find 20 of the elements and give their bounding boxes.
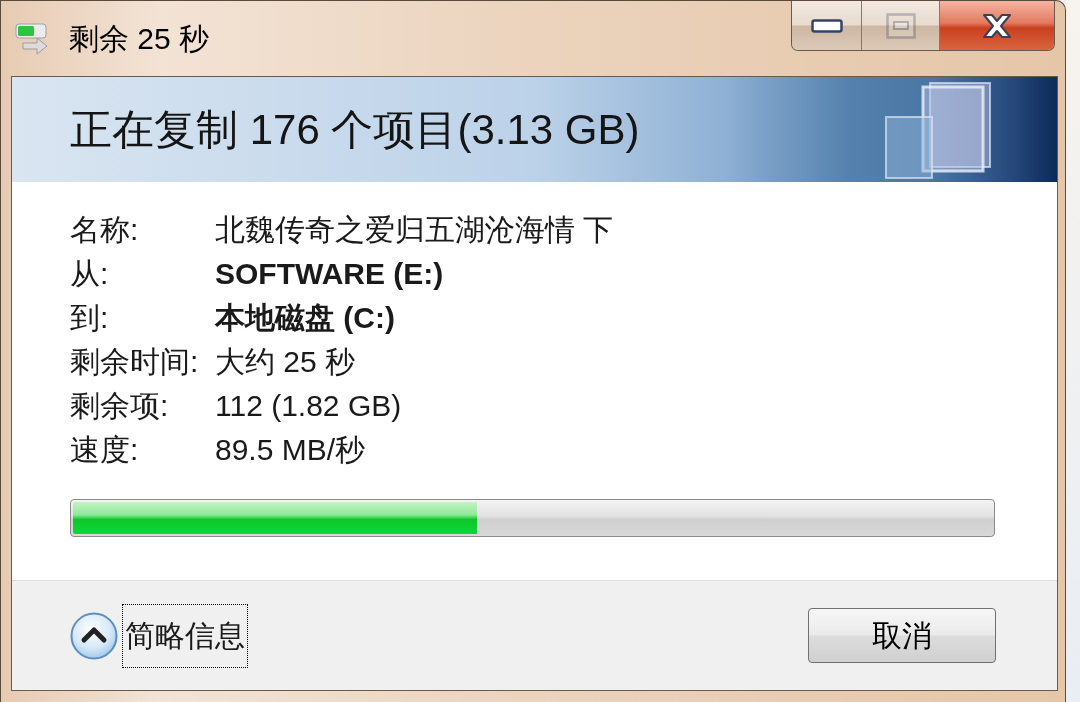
copy-title: 正在复制 176 个项目(3.13 GB) xyxy=(69,104,640,155)
detail-label: 从: xyxy=(70,256,109,292)
window-title: 剩余 25 秒 xyxy=(69,21,210,57)
detail-value: 112 (1.82 GB) xyxy=(215,388,402,424)
detail-label: 名称: xyxy=(70,212,139,248)
detail-label: 速度: xyxy=(70,432,139,468)
cancel-button[interactable]: 取消 xyxy=(808,608,996,663)
maximize-icon xyxy=(885,12,916,39)
detail-value: SOFTWARE (E:) xyxy=(215,256,444,292)
minimize-button[interactable] xyxy=(792,1,861,50)
close-button[interactable] xyxy=(939,1,1054,50)
detail-value: 89.5 MB/秒 xyxy=(215,432,366,468)
detail-label: 到: xyxy=(70,300,109,336)
detail-value: 大约 25 秒 xyxy=(215,344,356,380)
close-icon xyxy=(982,12,1012,39)
detail-value: 本地磁盘 (C:) xyxy=(215,300,395,336)
detail-value: 北魏传奇之爱归五湖沧海情 下 xyxy=(215,212,614,248)
detail-label: 剩余项: xyxy=(70,388,169,424)
detail-label: 剩余时间: xyxy=(70,344,199,380)
minimize-icon xyxy=(810,18,843,33)
